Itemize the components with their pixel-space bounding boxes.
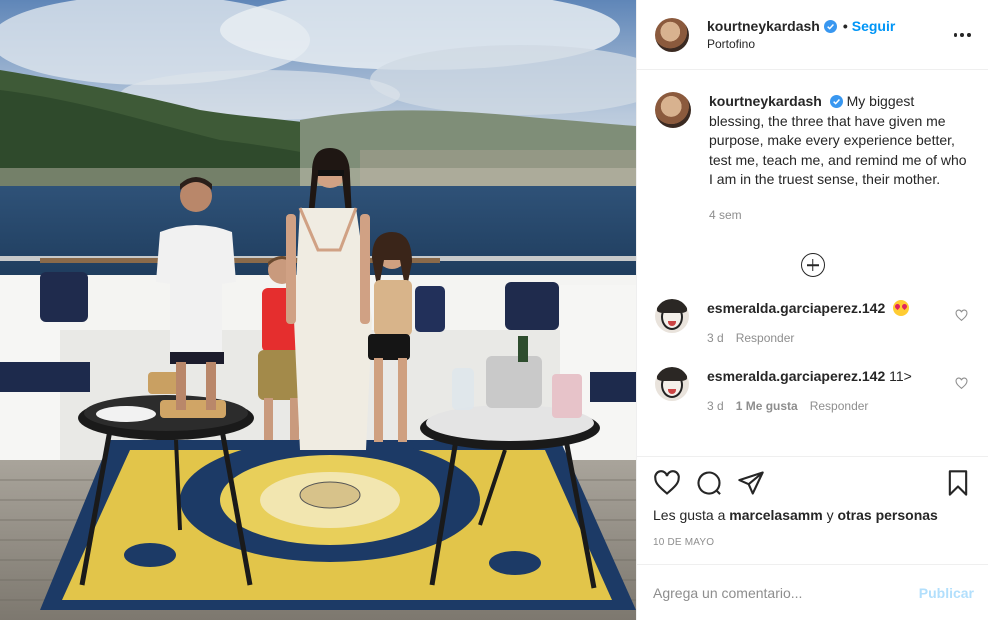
likes-summary: Les gusta a marcelasamm y otras personas — [653, 507, 972, 523]
bookmark-icon[interactable] — [944, 469, 972, 497]
more-options-icon[interactable] — [952, 25, 972, 45]
commenter-avatar[interactable] — [655, 367, 689, 401]
load-more-icon[interactable] — [800, 253, 825, 277]
comments-list: kourtneykardash My biggest blessing, the… — [637, 70, 988, 456]
likes-prefix: Les gusta a — [653, 507, 726, 523]
heart-eyes-emoji — [893, 300, 910, 316]
publish-button[interactable]: Publicar — [919, 585, 974, 601]
comment-like-heart-icon[interactable] — [955, 377, 968, 390]
comment-item: esmeralda.garciaperez.142 11> 3 d 1 Me g… — [655, 367, 970, 413]
verified-badge-icon — [829, 95, 843, 108]
comment-username[interactable]: esmeralda.garciaperez.142 — [707, 300, 885, 316]
verified-badge-icon — [823, 19, 837, 33]
separator-dot: • — [842, 18, 848, 34]
add-comment-bar: Publicar — [637, 564, 988, 620]
post-side-panel: kourtneykardash • Seguir Portofino kourt… — [636, 0, 988, 620]
share-icon[interactable] — [737, 469, 765, 497]
heart-icon[interactable] — [653, 469, 681, 497]
likes-conjunction: y — [826, 507, 834, 523]
author-avatar[interactable] — [655, 17, 689, 52]
post-header: kourtneykardash • Seguir Portofino — [637, 0, 988, 70]
likes-others[interactable]: otras personas — [837, 507, 937, 523]
comment-timestamp[interactable]: 3 d — [707, 331, 724, 345]
likes-user[interactable]: marcelasamm — [729, 507, 822, 523]
reply-button[interactable]: Responder — [810, 399, 869, 413]
post-photo-image — [0, 0, 636, 620]
comment-item: esmeralda.garciaperez.142 3 d Responder — [655, 299, 970, 345]
comment-icon[interactable] — [695, 469, 723, 497]
post-location[interactable]: Portofino — [707, 37, 952, 51]
comment-text: 11> — [889, 368, 912, 384]
author-username[interactable]: kourtneykardash — [707, 18, 820, 34]
caption-username[interactable]: kourtneykardash — [709, 93, 822, 109]
post-actions: Les gusta a marcelasamm y otras personas… — [637, 456, 988, 564]
comment-like-heart-icon[interactable] — [955, 309, 968, 322]
post-photo[interactable] — [0, 0, 636, 620]
comment-username[interactable]: esmeralda.garciaperez.142 — [707, 368, 885, 384]
caption-author-avatar[interactable] — [655, 92, 691, 128]
follow-button[interactable]: Seguir — [852, 18, 896, 34]
commenter-avatar[interactable] — [655, 299, 689, 333]
post-date[interactable]: 10 DE MAYO — [653, 537, 972, 548]
comment-timestamp[interactable]: 3 d — [707, 399, 724, 413]
comment-likes-count[interactable]: 1 Me gusta — [736, 399, 798, 413]
reply-button[interactable]: Responder — [736, 331, 795, 345]
caption-timestamp[interactable]: 4 sem — [709, 206, 969, 226]
post-caption: kourtneykardash My biggest blessing, the… — [655, 92, 970, 225]
comment-input[interactable] — [653, 584, 919, 601]
instagram-post: kourtneykardash • Seguir Portofino kourt… — [0, 0, 988, 620]
